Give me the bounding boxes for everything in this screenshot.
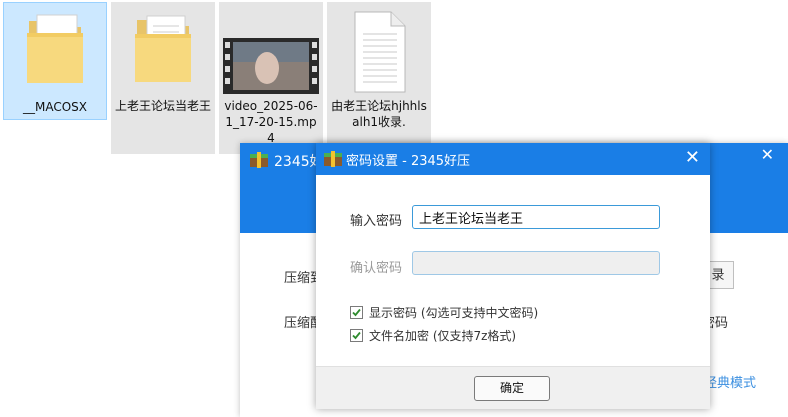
close-icon[interactable]: ✕ <box>685 147 700 168</box>
show-password-option[interactable]: 显示密码 (勾选可支持中文密码) <box>350 305 538 321</box>
document-icon <box>347 10 411 98</box>
password-dialog: 密码设置 - 2345好压 ✕ 输入密码 确认密码 显示密码 (勾选可支持中文密… <box>316 143 710 409</box>
file-name: 由老王论坛hjhhlsalh1收录. <box>331 99 427 129</box>
password-dialog-titlebar: 密码设置 - 2345好压 ✕ <box>316 143 710 175</box>
show-password-text: 显示密码 (勾选可支持中文密码) <box>369 306 539 320</box>
file-name: video_2025-06-1_17-20-15.mp4 <box>224 99 318 145</box>
file-item-video[interactable]: video_2025-06-1_17-20-15.mp4 <box>219 2 323 154</box>
encrypt-filenames-option[interactable]: 文件名加密 (仅支持7z格式) <box>350 328 516 344</box>
classic-mode-link[interactable]: 经典模式 <box>704 372 756 391</box>
checkmark-icon <box>352 308 361 317</box>
password-label: 输入密码 <box>350 214 403 229</box>
dialog-footer: 确定 <box>316 366 710 409</box>
file-name: __MACOSX <box>22 100 87 114</box>
confirm-password-input[interactable] <box>412 251 660 275</box>
password-input[interactable] <box>412 205 660 229</box>
file-item-macosx[interactable]: __MACOSX <box>3 2 107 120</box>
password-dialog-title: 密码设置 - 2345好压 <box>346 154 471 169</box>
app-logo-icon <box>324 151 342 171</box>
confirm-password-label: 确认密码 <box>350 261 403 276</box>
folder-icon <box>131 10 195 90</box>
checkmark-icon <box>352 331 361 340</box>
show-password-checkbox[interactable] <box>350 306 363 319</box>
app-logo-icon <box>250 152 268 172</box>
folder-icon <box>23 11 87 91</box>
file-item-folder[interactable]: 上老王论坛当老王 <box>111 2 215 154</box>
video-thumbnail-icon <box>223 38 319 98</box>
close-icon[interactable]: ✕ <box>761 145 774 164</box>
ok-button[interactable]: 确定 <box>474 376 550 401</box>
encrypt-filenames-text: 文件名加密 (仅支持7z格式) <box>369 329 517 343</box>
file-item-document[interactable]: 由老王论坛hjhhlsalh1收录. <box>327 2 431 154</box>
encrypt-filenames-checkbox[interactable] <box>350 329 363 342</box>
file-name: 上老王论坛当老王 <box>115 99 211 113</box>
